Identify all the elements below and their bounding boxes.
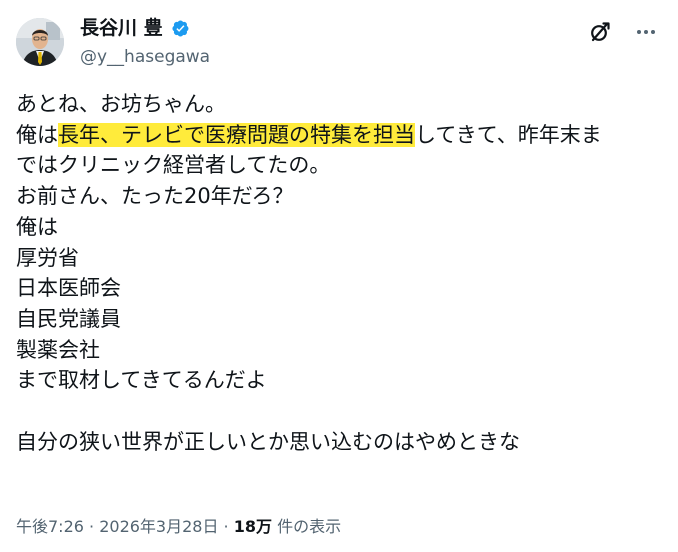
tweet-time[interactable]: 午後7:26 [16,517,84,536]
author-handle[interactable]: @y__hasegawa [80,47,210,67]
tweet-line: 俺は [16,214,58,239]
author-name-row: 長谷川 豊 [80,17,190,39]
tweet-line: 日本医師会 [16,276,121,301]
tweet-card: 長谷川 豊 @y__hasegawa あとね、お坊ちゃん。 俺は長年、テレビで医… [0,0,678,552]
tweet-meta: 午後7:26 · 2026年3月28日 · 18万 件の表示 [16,517,341,537]
grok-button[interactable] [584,16,616,48]
tweet-text-segment: してきて、昨年末ま [415,122,602,147]
tweet-line: 厚労省 [16,245,79,270]
tweet-text-segment: 俺は [16,122,58,147]
view-count[interactable]: 18万 [234,517,272,536]
tweet-line: お前さん、たった20年だろ？ [16,184,294,209]
meta-separator: · [218,517,234,536]
tweet-line: あとね、お坊ちゃん。 [16,92,226,116]
tweet-text: あとね、お坊ちゃん。 俺は長年、テレビで医療問題の特集を担当してきて、昨年末ま … [16,89,666,457]
more-icon [637,30,655,34]
avatar[interactable] [16,18,64,66]
tweet-line: 自民党議員 [16,306,121,331]
avatar-photo [16,18,64,66]
grok-icon [591,22,610,42]
tweet-actions [584,16,662,48]
view-count-label: 件の表示 [272,517,342,536]
tweet-line: 自分の狭い世界が正しいとか思い込むのはやめときな [16,429,520,454]
tweet-line: ではクリニック経営者してたの。 [16,153,331,178]
author-name[interactable]: 長谷川 豊 [80,17,163,39]
verified-badge-icon[interactable] [169,18,190,39]
tweet-date[interactable]: 2026年3月28日 [99,517,218,536]
meta-separator: · [83,517,100,536]
tweet-line: まで取材してきてるんだよ [16,368,267,393]
highlighted-text: 長年、テレビで医療問題の特集を担当 [58,122,415,147]
more-button[interactable] [630,16,662,48]
tweet-line: 製薬会社 [16,337,100,362]
tweet-line: 俺は長年、テレビで医療問題の特集を担当してきて、昨年末ま [16,120,666,151]
